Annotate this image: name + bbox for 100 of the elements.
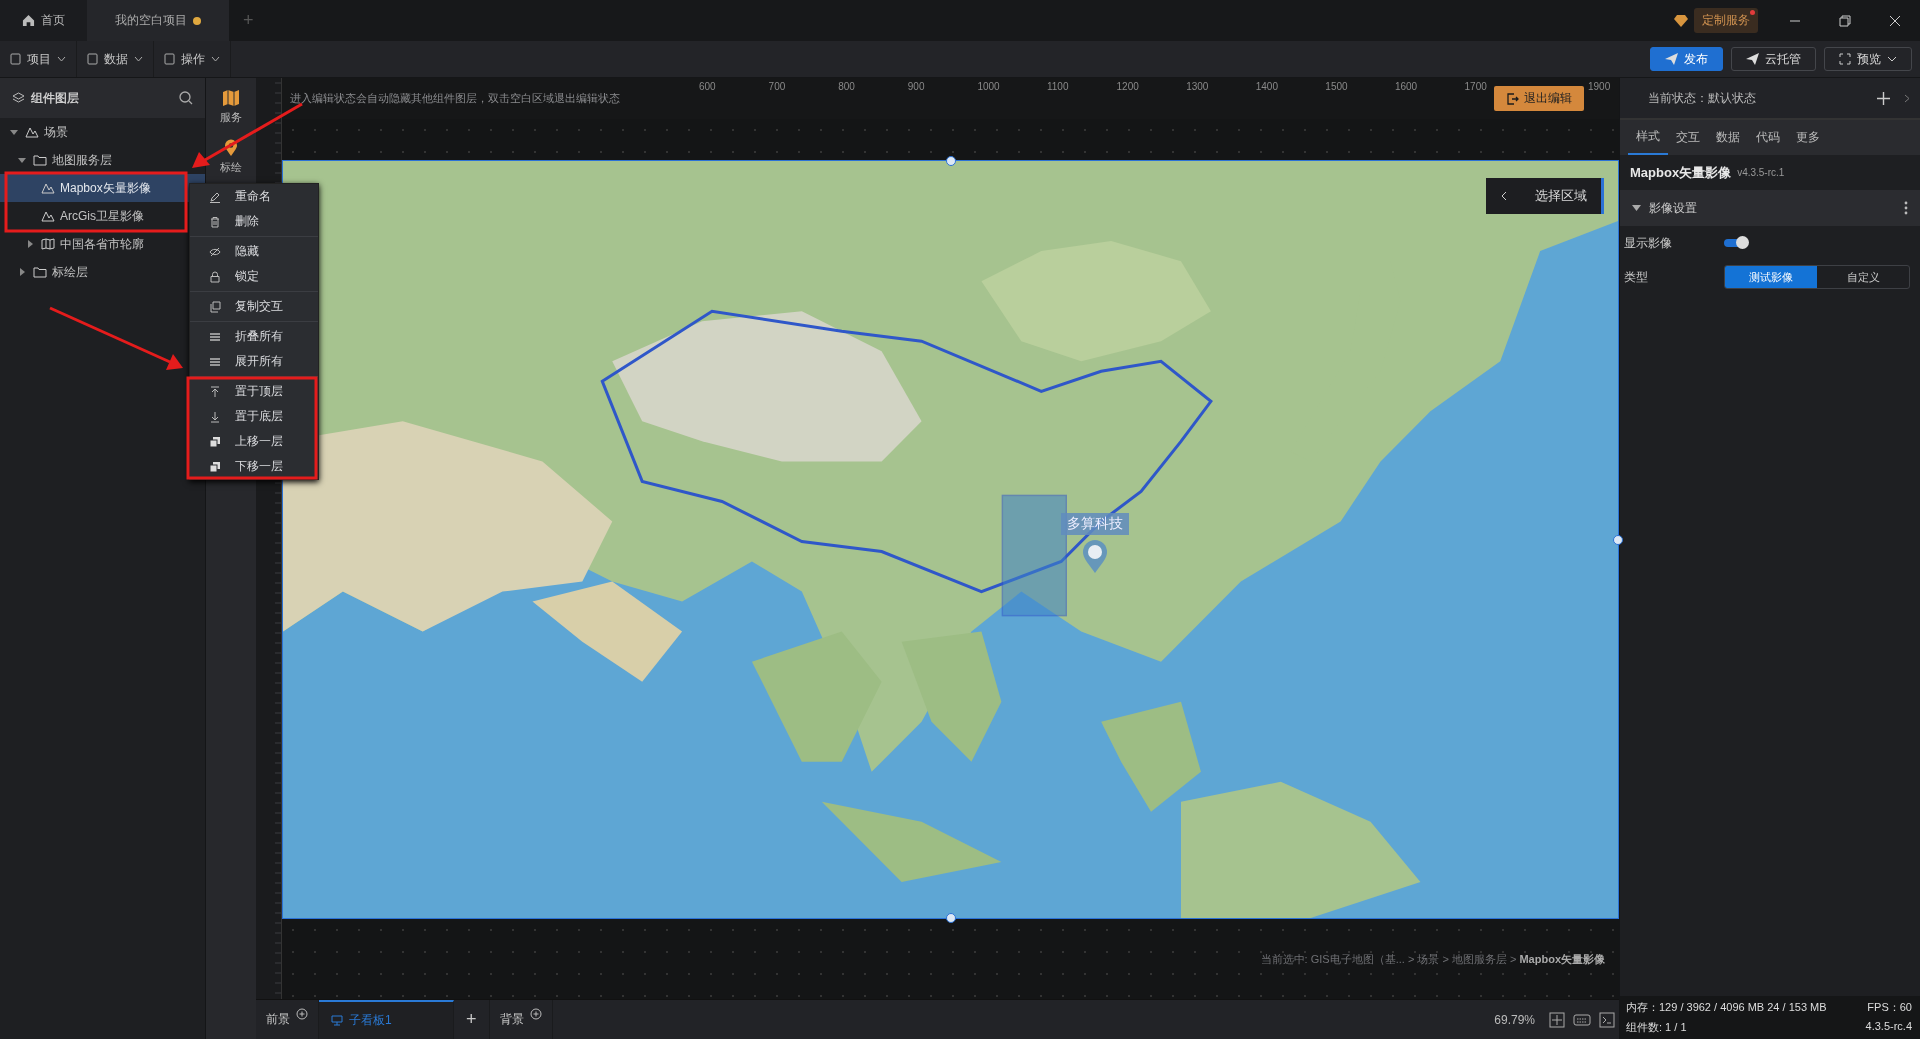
- board-tab[interactable]: 背景: [489, 1000, 553, 1039]
- ruler-number: 1700: [1464, 81, 1488, 92]
- menu-dropdown[interactable]: 数据: [77, 41, 154, 77]
- caret-icon: [211, 56, 220, 62]
- document-tab[interactable]: 首页: [0, 0, 87, 41]
- ruler-number: 1100: [1046, 81, 1070, 92]
- custom-service-button[interactable]: 定制服务: [1694, 8, 1758, 33]
- panel-tab[interactable]: 样式: [1628, 120, 1668, 155]
- diamond-icon: [1674, 14, 1688, 27]
- ruler-number: 1400: [1255, 81, 1279, 92]
- caret-icon: [1887, 56, 1897, 62]
- component-count: 组件数: 1 / 1: [1626, 1019, 1687, 1035]
- board-tab[interactable]: +: [454, 1000, 490, 1039]
- mountain-icon: [25, 126, 39, 138]
- add-circle-icon[interactable]: [529, 1007, 542, 1020]
- stack-icon: [209, 435, 221, 448]
- stack-icon: [209, 460, 221, 473]
- list-icon: [209, 330, 221, 343]
- eye-off-icon: [209, 245, 221, 258]
- map-pin-icon: [224, 139, 238, 156]
- side-tool-button[interactable]: 标绘: [220, 139, 242, 175]
- arrow-icon: [209, 410, 221, 423]
- expanded-caret-icon[interactable]: [10, 128, 18, 136]
- monitor-icon: [331, 1015, 343, 1026]
- segment-option[interactable]: 测试影像: [1725, 266, 1817, 288]
- zoom-level: 69.79%: [1494, 1012, 1535, 1027]
- ruler-number: 600: [699, 81, 717, 92]
- current-state: 当前状态：默认状态: [1648, 89, 1756, 107]
- panel-tab[interactable]: 交互: [1668, 120, 1708, 155]
- resize-handle[interactable]: [945, 156, 956, 166]
- board-tab[interactable]: 子看板1: [319, 1000, 454, 1039]
- exit-icon: [1506, 92, 1519, 105]
- caret-icon: [57, 56, 66, 62]
- select-area-button[interactable]: 选择区域: [1486, 178, 1604, 214]
- panel-tab[interactable]: 更多: [1788, 120, 1828, 155]
- lock-icon: [209, 270, 221, 283]
- section-header[interactable]: 影像设置: [1620, 190, 1920, 226]
- panel-tab[interactable]: 数据: [1708, 120, 1748, 155]
- toggle-switch[interactable]: [1724, 239, 1746, 247]
- segment-option[interactable]: 自定义: [1817, 266, 1909, 288]
- field-label: 显示影像: [1624, 234, 1673, 252]
- document-tab[interactable]: 我的空白项目: [87, 0, 229, 41]
- panel-tab[interactable]: 代码: [1748, 120, 1788, 155]
- add-circle-icon[interactable]: [296, 1007, 308, 1020]
- map-pin-icon[interactable]: [1081, 539, 1109, 573]
- fit-screen-icon[interactable]: [1549, 1011, 1565, 1028]
- tree-item[interactable]: 地图服务层: [0, 146, 205, 174]
- menu-item[interactable]: 置于顶层: [190, 379, 318, 404]
- trash-icon: [209, 215, 221, 228]
- add-icon[interactable]: [1877, 91, 1890, 105]
- ruler-number: 1300: [1186, 81, 1210, 92]
- toolbar-button[interactable]: 发布: [1650, 47, 1723, 71]
- menu-dropdown[interactable]: 项目: [0, 41, 77, 77]
- ruler-number: 1200: [1116, 81, 1140, 92]
- layers-icon: [12, 92, 25, 104]
- app-version: 4.3.5-rc.4: [1865, 1019, 1912, 1034]
- hint-text: 进入编辑状态会自动隐藏其他组件图层，双击空白区域退出编辑状态: [290, 91, 621, 106]
- field-label: 类型: [1624, 268, 1649, 286]
- caret-icon: [134, 56, 143, 62]
- tree-item[interactable]: 场景: [0, 118, 205, 146]
- ruler-number: 900: [907, 81, 926, 92]
- fps-counter: FPS：60: [1867, 1000, 1912, 1016]
- menu-dropdown[interactable]: 操作: [154, 41, 231, 77]
- folder-icon: [33, 154, 47, 166]
- chevron-right-icon[interactable]: [1904, 93, 1910, 103]
- toolbar-button[interactable]: 云托管: [1731, 47, 1816, 71]
- send-icon: [1665, 53, 1678, 65]
- ruler-number: 700: [768, 81, 787, 92]
- mountain-icon: [41, 210, 55, 222]
- collapsed-caret-icon[interactable]: [18, 268, 26, 276]
- exit-edit-button[interactable]: 退出编辑: [1494, 86, 1584, 111]
- toolbar-button[interactable]: 预览: [1824, 47, 1912, 71]
- document-icon: [10, 53, 21, 65]
- menu-item[interactable]: 折叠所有: [190, 324, 318, 349]
- more-icon[interactable]: [1904, 201, 1908, 215]
- pencil-icon: [209, 190, 221, 203]
- restore-icon[interactable]: [1839, 14, 1851, 27]
- menu-item[interactable]: 下移一层: [190, 454, 318, 479]
- ruler-number: 1600: [1394, 81, 1419, 92]
- expanded-caret-icon: [1632, 205, 1641, 211]
- menu-item[interactable]: 复制交互: [190, 294, 318, 319]
- copy-icon: [209, 300, 221, 313]
- side-tool-button[interactable]: 服务: [220, 90, 242, 125]
- send-icon: [1746, 53, 1759, 65]
- fullscreen-icon: [1839, 53, 1851, 65]
- close-icon[interactable]: [1889, 14, 1901, 27]
- keyboard-icon[interactable]: [1573, 1013, 1591, 1026]
- ruler-number: 800: [838, 81, 856, 92]
- marker-label: 多算科技: [1061, 513, 1129, 535]
- breadcrumb: 当前选中: GIS电子地图（基... > 场景 > 地图服务层 > Mapbox矢量影像: [1260, 951, 1605, 967]
- component-name: Mapbox矢量影像: [1630, 163, 1732, 182]
- expanded-caret-icon[interactable]: [18, 156, 26, 164]
- map-icon: [222, 90, 240, 106]
- menu-item[interactable]: 置于底层: [190, 404, 318, 429]
- search-icon[interactable]: [179, 91, 193, 105]
- menu-item[interactable]: 展开所有: [190, 349, 318, 374]
- document-icon: [87, 53, 98, 65]
- terminal-icon[interactable]: [1599, 1011, 1615, 1028]
- collapsed-caret-icon[interactable]: [26, 240, 34, 248]
- menu-item[interactable]: 上移一层: [190, 429, 318, 454]
